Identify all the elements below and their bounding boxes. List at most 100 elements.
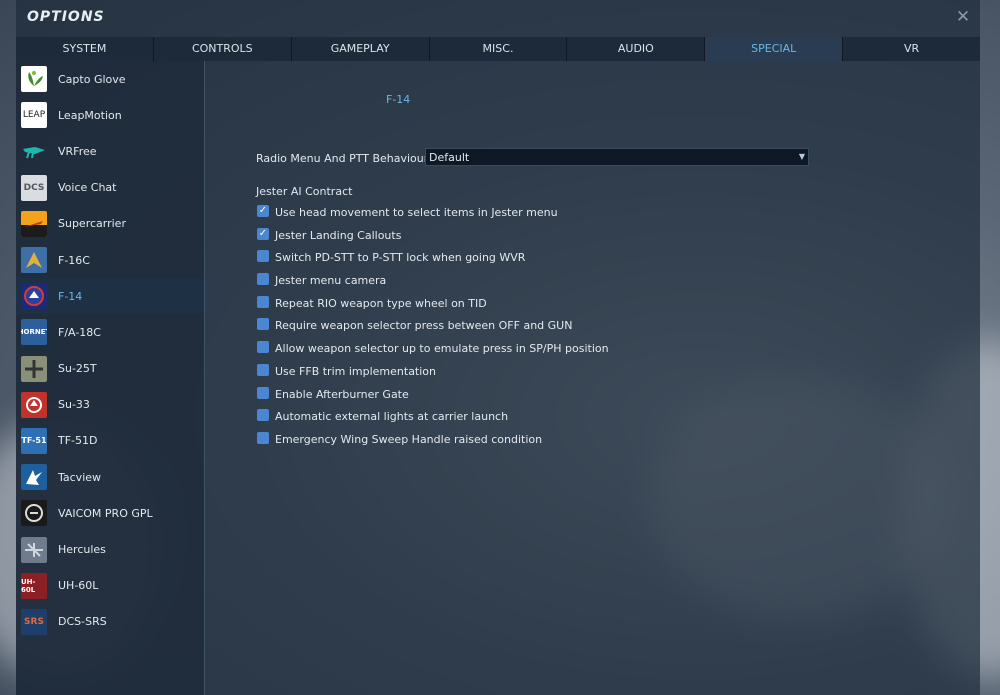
checkbox[interactable] bbox=[257, 250, 269, 263]
tab-vr[interactable]: VR bbox=[843, 37, 981, 61]
option-label: Allow weapon selector up to emulate pres… bbox=[275, 342, 609, 356]
sidebar-item-fa18c[interactable]: HORNET F/A-18C bbox=[16, 314, 204, 350]
sidebar-item-uh60l[interactable]: UH-60L UH-60L bbox=[16, 568, 204, 604]
sidebar-item-tf51d[interactable]: TF-51 TF-51D bbox=[16, 423, 204, 459]
option-label: Use head movement to select items in Jes… bbox=[275, 206, 558, 219]
option-jester-menu-camera[interactable]: Jester menu camera bbox=[257, 273, 609, 297]
close-icon[interactable]: ✕ bbox=[954, 7, 972, 27]
sidebar-item-capto-glove[interactable]: Capto Glove bbox=[16, 61, 204, 97]
tab-special[interactable]: SPECIAL bbox=[705, 37, 844, 61]
option-label: Switch PD-STT to P-STT lock when going W… bbox=[275, 251, 526, 265]
settings-panel: F-14 Radio Menu And PTT Behaviour Defaul… bbox=[205, 61, 980, 695]
sidebar-item-leapmotion[interactable]: LEAP LeapMotion bbox=[16, 97, 204, 133]
checkbox[interactable] bbox=[257, 318, 269, 331]
option-label: Jester Landing Callouts bbox=[275, 228, 402, 242]
option-head-movement[interactable]: ✓ Use head movement to select items in J… bbox=[257, 205, 609, 229]
radio-menu-label: Radio Menu And PTT Behaviour bbox=[256, 152, 429, 165]
radio-menu-select[interactable]: Default ▼ bbox=[425, 148, 809, 166]
option-carrier-lights[interactable]: Automatic external lights at carrier lau… bbox=[257, 409, 609, 433]
sidebar-item-vaicom[interactable]: VAICOM PRO GPL bbox=[16, 495, 204, 531]
sidebar-item-dcs-srs[interactable]: SRS DCS-SRS bbox=[16, 604, 204, 640]
sidebar-item-label: UH-60L bbox=[58, 579, 99, 593]
leapmotion-icon: LEAP bbox=[21, 102, 47, 129]
option-label: Automatic external lights at carrier lau… bbox=[275, 410, 509, 424]
uh60l-icon: UH-60L bbox=[21, 572, 47, 599]
sidebar-item-su33[interactable]: Su-33 bbox=[16, 387, 204, 423]
tab-system[interactable]: SYSTEM bbox=[16, 37, 154, 61]
window-title: OPTIONS bbox=[27, 9, 105, 25]
tab-controls[interactable]: CONTROLS bbox=[153, 37, 292, 61]
options-window: OPTIONS ✕ SYSTEM CONTROLS GAMEPLAY MISC.… bbox=[16, 0, 981, 695]
supercarrier-icon bbox=[21, 210, 47, 237]
sidebar-item-hercules[interactable]: Hercules bbox=[16, 531, 204, 567]
checkbox[interactable] bbox=[257, 295, 269, 308]
option-list: ✓ Use head movement to select items in J… bbox=[257, 205, 609, 456]
vaicom-icon bbox=[21, 500, 47, 527]
sidebar-item-label: F/A-18C bbox=[58, 325, 101, 339]
checkbox[interactable] bbox=[257, 341, 269, 354]
checkbox[interactable] bbox=[257, 431, 269, 444]
section-title: F-14 bbox=[386, 93, 411, 106]
tab-misc[interactable]: MISC. bbox=[429, 37, 568, 61]
sidebar-item-label: Supercarrier bbox=[58, 217, 126, 231]
fa18c-icon: HORNET bbox=[21, 319, 47, 346]
option-label: Enable Afterburner Gate bbox=[275, 387, 409, 401]
option-label: Use FFB trim implementation bbox=[275, 364, 437, 378]
sidebar-item-label: Su-33 bbox=[58, 398, 90, 412]
checkbox[interactable] bbox=[257, 409, 269, 422]
option-pd-stt-switch[interactable]: Switch PD-STT to P-STT lock when going W… bbox=[257, 250, 609, 274]
dcs-srs-icon: SRS bbox=[21, 608, 47, 635]
modules-sidebar: Capto Glove LEAP LeapMotion VRFree DCS V… bbox=[16, 61, 204, 695]
hercules-icon bbox=[21, 536, 47, 563]
tf51d-icon: TF-51 bbox=[21, 427, 47, 454]
tab-bar: SYSTEM CONTROLS GAMEPLAY MISC. AUDIO SPE… bbox=[16, 37, 981, 61]
sidebar-item-label: TF-51D bbox=[58, 434, 98, 448]
sidebar-item-tacview[interactable]: Tacview bbox=[16, 459, 204, 495]
sidebar-item-label: Tacview bbox=[58, 470, 102, 484]
sidebar-item-label: Hercules bbox=[58, 543, 106, 557]
radio-menu-value: Default bbox=[429, 151, 470, 164]
option-repeat-rio-wheel[interactable]: Repeat RIO weapon type wheel on TID bbox=[257, 295, 609, 320]
sidebar-item-f16c[interactable]: F-16C bbox=[16, 242, 204, 278]
option-label: Jester menu camera bbox=[275, 274, 387, 288]
jester-group-label: Jester AI Contract bbox=[256, 185, 353, 198]
su25t-icon bbox=[21, 355, 47, 382]
checkbox[interactable]: ✓ bbox=[257, 205, 269, 217]
option-afterburner-gate[interactable]: Enable Afterburner Gate bbox=[257, 386, 609, 411]
sidebar-item-label: DCS-SRS bbox=[58, 615, 107, 629]
sidebar-item-label: F-16C bbox=[58, 253, 90, 267]
checkbox[interactable] bbox=[257, 386, 269, 399]
sidebar-item-label: F-14 bbox=[58, 289, 83, 303]
tab-gameplay[interactable]: GAMEPLAY bbox=[291, 37, 430, 61]
sidebar-item-label: Su-25T bbox=[58, 362, 97, 376]
option-landing-callouts[interactable]: ✓ Jester Landing Callouts bbox=[257, 227, 609, 252]
capto-glove-icon bbox=[21, 66, 47, 93]
option-wing-sweep[interactable]: Emergency Wing Sweep Handle raised condi… bbox=[257, 431, 609, 456]
chevron-down-icon: ▼ bbox=[798, 152, 805, 161]
checkbox[interactable]: ✓ bbox=[257, 227, 269, 240]
f14-icon bbox=[21, 283, 47, 310]
f16c-icon bbox=[21, 247, 47, 274]
sidebar-item-label: VRFree bbox=[58, 144, 97, 158]
tab-audio[interactable]: AUDIO bbox=[567, 37, 706, 61]
checkbox[interactable] bbox=[257, 273, 269, 286]
voice-chat-icon: DCS bbox=[21, 174, 47, 201]
vrfree-icon bbox=[21, 138, 47, 164]
option-label: Repeat RIO weapon type wheel on TID bbox=[275, 296, 487, 310]
sidebar-item-vrfree[interactable]: VRFree bbox=[16, 133, 204, 169]
title-bar: OPTIONS ✕ bbox=[16, 0, 980, 36]
option-ffb-trim[interactable]: Use FFB trim implementation bbox=[257, 363, 609, 388]
option-weapon-selector-press[interactable]: Require weapon selector press between OF… bbox=[257, 318, 609, 342]
option-label: Require weapon selector press between OF… bbox=[275, 319, 573, 333]
sidebar-item-label: Voice Chat bbox=[58, 181, 117, 195]
sidebar-item-voice-chat[interactable]: DCS Voice Chat bbox=[16, 170, 204, 206]
option-label: Emergency Wing Sweep Handle raised condi… bbox=[275, 432, 543, 446]
sidebar-item-f14[interactable]: F-14 bbox=[16, 278, 204, 315]
tacview-icon bbox=[21, 464, 47, 491]
su33-icon bbox=[21, 391, 47, 418]
sidebar-item-su25t[interactable]: Su-25T bbox=[16, 351, 204, 387]
checkbox[interactable] bbox=[257, 363, 269, 376]
sidebar-item-supercarrier[interactable]: Supercarrier bbox=[16, 206, 204, 242]
sidebar-item-label: Capto Glove bbox=[58, 72, 126, 86]
option-weapon-selector-up[interactable]: Allow weapon selector up to emulate pres… bbox=[257, 341, 609, 365]
